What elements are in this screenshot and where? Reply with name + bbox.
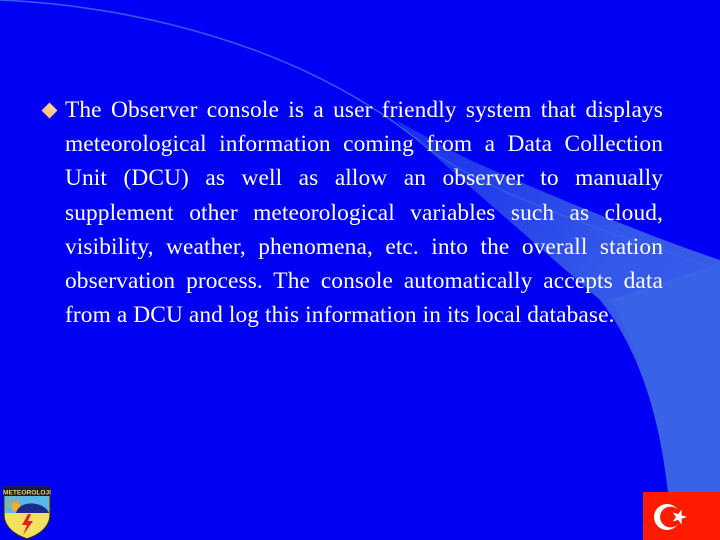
turkish-flag-icon (643, 492, 720, 540)
logo-label: METEOROLOJI (3, 489, 51, 496)
bullet-text: The Observer console is a user friendly … (65, 97, 663, 329)
diamond-bullet-icon (41, 102, 58, 119)
meteoroloji-logo-icon: METEOROLOJI (3, 486, 51, 540)
